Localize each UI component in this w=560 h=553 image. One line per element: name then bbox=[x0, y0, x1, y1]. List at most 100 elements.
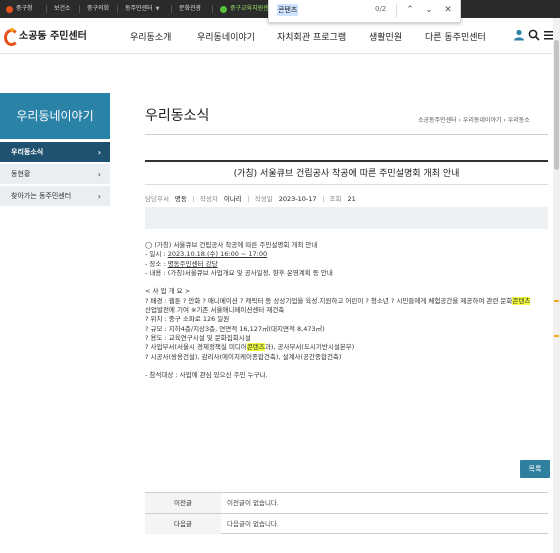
topbar-label: 중구청 bbox=[16, 5, 33, 12]
body-text: - 장소 : bbox=[145, 259, 168, 268]
site-name: 소공동 주민센터 bbox=[19, 31, 87, 42]
sidebar-item-dong-news[interactable]: 우리동소식 › bbox=[0, 142, 110, 163]
menu-other-community-centers[interactable]: 다른 동주민센터 bbox=[425, 30, 486, 43]
topbar-link-health-center[interactable]: 보건소 bbox=[54, 0, 71, 18]
search-highlight: 콘텐츠 bbox=[246, 343, 265, 352]
topbar-label: 동주민센터 bbox=[125, 5, 153, 12]
user-icon[interactable] bbox=[513, 29, 525, 41]
prev-post-text: 이전글이 없습니다. bbox=[227, 499, 279, 507]
meta-label: 작성일 bbox=[254, 195, 273, 203]
chevron-right-icon: › bbox=[97, 148, 101, 157]
find-match-count: 0/2 bbox=[375, 5, 387, 13]
meta-author: 이나리 bbox=[223, 195, 242, 203]
topbar-label: 중구교육지원센 bbox=[230, 5, 269, 12]
topbar-link-council[interactable]: 중구의회 bbox=[87, 0, 109, 18]
body-text: 과), 공사부서(도시기반시설본부) bbox=[264, 343, 355, 352]
topbar-dropdown-community-centers[interactable]: 동주민센터 ▼ bbox=[125, 0, 159, 18]
meta-label: 담당부서 bbox=[145, 195, 169, 203]
body-line: ? 규모 : 지하4층/지상3층, 연면적 16,127㎡(대지면적 8,473… bbox=[145, 324, 325, 333]
divider bbox=[322, 196, 324, 202]
divider bbox=[212, 5, 213, 13]
divider bbox=[46, 5, 47, 13]
topbar-link-district-office[interactable]: 중구청 bbox=[6, 0, 33, 18]
find-previous-button[interactable]: ⌃ bbox=[403, 3, 417, 17]
meta-views: 21 bbox=[347, 195, 356, 203]
post-navigation: 이전글 이전글이 없습니다. 다음글 다음글이 없습니다. bbox=[145, 492, 548, 534]
menu-dong-stories[interactable]: 우리동네이야기 bbox=[197, 30, 255, 43]
body-text: - 일시 : bbox=[145, 250, 168, 259]
divider bbox=[396, 4, 397, 18]
meta-date: 2023-10-17 bbox=[278, 195, 317, 203]
caret-down-icon: ▼ bbox=[155, 6, 160, 12]
body-line: ? 용도 : 교육연구시설 및 문화집회시설 bbox=[145, 333, 251, 342]
site-header: 소공동 주민센터 우리동소개 우리동네이야기 자치회관 프로그램 생활민원 다른… bbox=[0, 18, 560, 54]
post-title: (가칭) 서울큐브 건립공사 착공에 따른 주민설명회 개최 안내 bbox=[233, 169, 460, 179]
search-highlight: 콘텐츠 bbox=[512, 296, 531, 305]
body-line: 산업발전에 기여 ※기존 서울애니메이션센터 재건축 bbox=[145, 306, 285, 315]
scrollbar-thumb[interactable] bbox=[554, 40, 559, 170]
body-text: 명동주민센터 강당 bbox=[167, 259, 218, 268]
body-line: ? 위치 : 중구 소파로 126 일원 bbox=[145, 315, 230, 324]
body-line: - 장소 : 명동주민센터 강당 bbox=[145, 260, 550, 269]
topbar-label: 보건소 bbox=[54, 5, 71, 12]
meta-label: 작성자 bbox=[199, 195, 218, 203]
menu-civil-services[interactable]: 생활민원 bbox=[369, 30, 402, 43]
sidebar-item-label: 찾아가는 동주민센터 bbox=[11, 192, 72, 200]
search-icon[interactable] bbox=[528, 29, 540, 41]
divider bbox=[192, 196, 194, 202]
divider bbox=[145, 184, 548, 185]
divider bbox=[145, 160, 548, 162]
sidebar-item-label: 우리동소식 bbox=[11, 148, 44, 156]
next-post-row: 다음글 다음글이 없습니다. bbox=[145, 513, 548, 534]
body-line: - 내용 : (가칭)서울큐브 사업개요 및 공사일정, 향후 운영계획 등 안… bbox=[145, 268, 333, 277]
find-close-button[interactable]: ✕ bbox=[441, 3, 455, 17]
sidebar-item-dong-status[interactable]: 동현황 › bbox=[0, 164, 110, 185]
sidebar-title: 우리동네이야기 bbox=[0, 93, 110, 139]
find-match-marker bbox=[554, 300, 559, 302]
chevron-right-icon: › bbox=[97, 192, 101, 201]
body-text: 2023.10.18.(수) 16:00 ~ 17:00 bbox=[167, 250, 268, 259]
topbar-label: 중구의회 bbox=[87, 5, 110, 12]
find-in-page-bar: 콘텐츠 0/2 ⌃ ⌄ ✕ bbox=[268, 0, 461, 23]
sidebar-item-visiting-center[interactable]: 찾아가는 동주민센터 › bbox=[0, 186, 110, 207]
menu-about-dong[interactable]: 우리동소개 bbox=[130, 30, 171, 43]
topbar-link-education-center[interactable]: 중구교육지원센 bbox=[220, 0, 269, 18]
find-input[interactable]: 콘텐츠 bbox=[277, 4, 299, 16]
body-text: ? 사업부서(서울시 경제정책실 미디어 bbox=[145, 343, 247, 352]
menu-self-governance-programs[interactable]: 자치회관 프로그램 bbox=[277, 30, 346, 43]
find-match-marker bbox=[554, 335, 559, 337]
next-post-label: 다음글 bbox=[145, 514, 221, 534]
divider bbox=[79, 5, 80, 13]
body-text: ? 배경 : 웹툰 ? 만화 ? 애니메이션 ? 캐릭터 등 상상기업을 육성.… bbox=[145, 296, 513, 305]
find-next-button[interactable]: ⌄ bbox=[422, 3, 436, 17]
divider bbox=[171, 5, 172, 13]
sidebar-item-label: 동현황 bbox=[11, 170, 31, 178]
education-logo-icon bbox=[220, 5, 227, 13]
body-line: < 사 업 개 요 > bbox=[145, 287, 191, 296]
breadcrumb[interactable]: 소공동주민센터 › 우리동네이야기 › 우리동소 bbox=[418, 115, 530, 124]
prev-post-label: 이전글 bbox=[145, 493, 221, 513]
body-line: ? 시공사(쌍용건설), 감리사(에이치케이종합건축), 설계사(공간종합건축) bbox=[145, 352, 342, 361]
chevron-right-icon: › bbox=[97, 170, 101, 179]
post-body: ◯ (가칭) 서울큐브 건립공사 착공에 따른 주민설명회 개최 안내 - 일시… bbox=[145, 241, 550, 380]
body-line: - 참석대상 : 사업에 관심 있으신 주민 누구나. bbox=[145, 371, 268, 380]
site-logo[interactable]: 소공동 주민센터 bbox=[3, 27, 87, 46]
district-logo-icon bbox=[3, 28, 19, 46]
divider bbox=[117, 5, 118, 13]
topbar-link-culture-tour[interactable]: 문화관광 bbox=[179, 0, 201, 18]
post-meta: 담당부서 명동 작성자 이나리 작성일 2023-10-17 조회 21 bbox=[145, 193, 356, 203]
body-line: ◯ (가칭) 서울큐브 건립공사 착공에 따른 주민설명회 개최 안내 bbox=[145, 241, 318, 249]
next-post-text: 다음글이 없습니다. bbox=[227, 520, 279, 528]
page-title: 우리동소식 bbox=[145, 108, 210, 124]
body-line: ? 사업부서(서울시 경제정책실 미디어콘텐츠과), 공사부서(도시기반시설본부… bbox=[145, 343, 550, 352]
meta-dept: 명동 bbox=[174, 195, 187, 203]
list-button[interactable]: 목록 bbox=[520, 460, 550, 478]
topbar-label: 문화관광 bbox=[179, 5, 202, 12]
prev-post-row: 이전글 이전글이 없습니다. bbox=[145, 492, 548, 513]
attachment-area bbox=[145, 207, 548, 229]
district-logo-icon bbox=[6, 5, 13, 13]
divider bbox=[247, 196, 249, 202]
divider bbox=[145, 134, 548, 135]
meta-label: 조회 bbox=[329, 195, 342, 203]
